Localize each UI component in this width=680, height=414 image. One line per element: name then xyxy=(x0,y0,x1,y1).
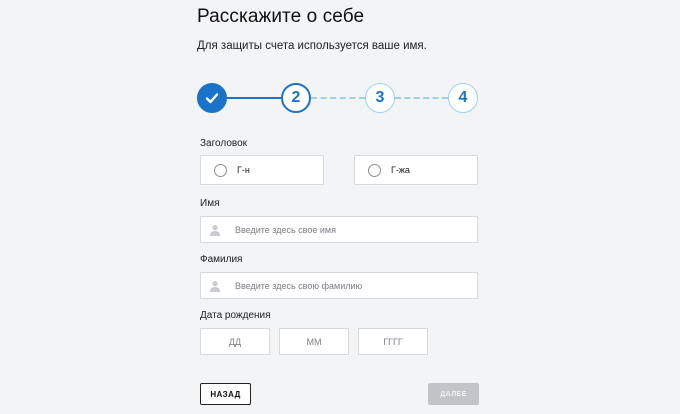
radio-option-mrs[interactable]: Г-жа xyxy=(354,155,478,185)
check-icon xyxy=(205,93,219,104)
stepper-connector-completed xyxy=(227,97,281,99)
last-name-field[interactable] xyxy=(200,272,478,299)
radio-circle-icon[interactable] xyxy=(214,163,227,177)
progress-stepper: 2 3 4 xyxy=(197,83,482,117)
stepper-connector-upcoming xyxy=(311,97,365,99)
stepper-connector-upcoming xyxy=(395,97,448,99)
birth-year-input[interactable] xyxy=(358,328,428,355)
next-button[interactable]: ДАЛЕЕ xyxy=(428,383,479,405)
page-title: Расскажите о себе xyxy=(197,6,365,27)
person-icon xyxy=(209,280,221,292)
first-name-input[interactable] xyxy=(235,224,455,235)
first-name-label: Имя xyxy=(200,198,220,209)
radio-option-mr[interactable]: Г-н xyxy=(200,155,324,185)
title-field-label: Заголовок xyxy=(200,138,248,149)
radio-circle-icon[interactable] xyxy=(368,163,381,177)
radio-option-label: Г-жа xyxy=(391,165,410,175)
birth-day-input[interactable] xyxy=(200,328,270,355)
birth-date-label: Дата рождения xyxy=(200,310,271,321)
last-name-input[interactable] xyxy=(235,280,455,291)
person-icon xyxy=(209,224,221,236)
step-4: 4 xyxy=(448,83,478,113)
step-3: 3 xyxy=(365,83,395,113)
first-name-field[interactable] xyxy=(200,216,478,243)
page-subtitle: Для защиты счета используется ваше имя. xyxy=(197,40,427,52)
step-2-current: 2 xyxy=(281,83,311,113)
step-1-completed xyxy=(197,83,227,113)
back-button[interactable]: НАЗАД xyxy=(200,383,251,405)
signup-page: Расскажите о себе Для защиты счета испол… xyxy=(0,0,680,414)
last-name-label: Фамилия xyxy=(200,254,243,265)
radio-option-label: Г-н xyxy=(237,165,250,175)
birth-month-input[interactable] xyxy=(279,328,349,355)
